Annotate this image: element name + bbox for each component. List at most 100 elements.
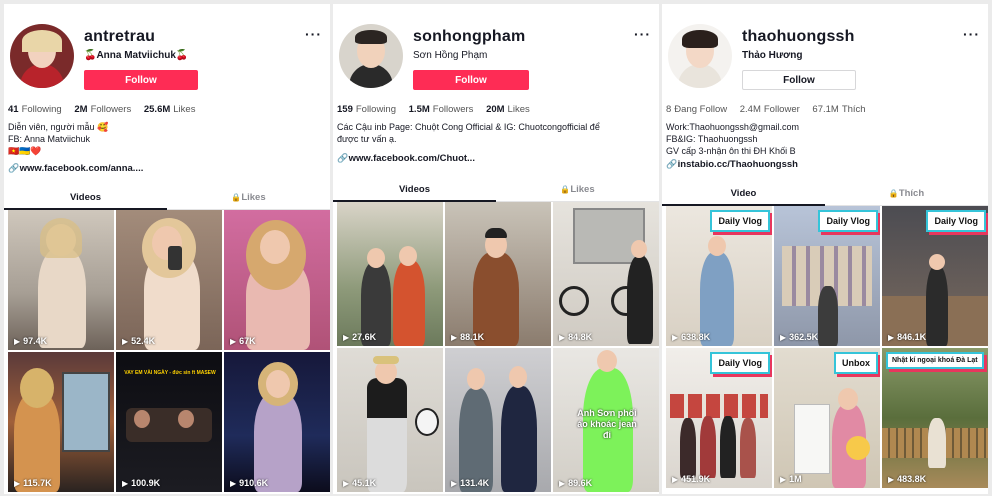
following-label[interactable]: Đang Follow <box>674 104 727 115</box>
tab-likes[interactable]: 🔒Likes <box>167 192 330 203</box>
likes-count: 25.6M <box>143 104 171 115</box>
video-thumbnail[interactable]: Unbox ▶ 1M <box>774 348 880 488</box>
followers-label[interactable]: Follower <box>764 104 800 115</box>
bio-line: GV cấp 3-nhận ôn thi ĐH Khối B <box>666 146 796 156</box>
video-badge: Daily Vlog <box>710 352 770 374</box>
tab-videos[interactable]: Video <box>662 188 825 199</box>
profile-header: antretrau 🍒Anna Matviichuk🍒 ··· Follow <box>4 4 330 94</box>
bio: Work:Thaohuongssh@gmail.com FB&IG: Thaoh… <box>666 121 976 157</box>
play-icon: ▶ <box>230 479 237 488</box>
video-badge: Daily Vlog <box>926 210 986 232</box>
view-count: ▶ 846.1K <box>888 332 927 342</box>
view-count: ▶ 451.9K <box>672 474 711 484</box>
play-icon: ▶ <box>14 479 21 488</box>
avatar[interactable] <box>10 24 74 88</box>
profile-tabs: Video 🔒Thích <box>662 186 988 206</box>
video-thumbnail[interactable]: Daily Vlog ▶ 846.1K <box>882 206 988 346</box>
lock-icon: 🔒 <box>560 185 571 194</box>
bio-link[interactable]: 🔗 instabio.cc/Thaohuongssh <box>666 159 798 170</box>
more-horizontal-icon[interactable]: ··· <box>634 26 651 42</box>
followers-count: 2.4M <box>739 104 761 115</box>
bio-link[interactable]: 🔗 www.facebook.com/anna.... <box>8 163 143 174</box>
play-icon: ▶ <box>343 479 350 488</box>
follow-button[interactable]: Follow <box>413 70 529 90</box>
video-thumbnail[interactable]: ▶ 88.1K <box>445 202 551 346</box>
video-thumbnail[interactable]: ▶ 84.8K <box>553 202 659 346</box>
video-thumbnail[interactable]: ▶ 131.4K <box>445 348 551 492</box>
likes-label: Likes <box>173 104 196 115</box>
screenshot-collage: antretrau 🍒Anna Matviichuk🍒 ··· Follow 4… <box>0 0 992 496</box>
view-count: ▶ 638.8K <box>672 332 711 342</box>
avatar[interactable] <box>668 24 732 88</box>
following-label[interactable]: Following <box>356 104 396 115</box>
bio-link-text[interactable]: www.facebook.com/anna.... <box>20 163 144 174</box>
play-icon: ▶ <box>888 333 895 342</box>
avatar[interactable] <box>339 24 403 88</box>
play-icon: ▶ <box>559 479 566 488</box>
bio-line: FB: Anna Matviichuk <box>8 134 91 144</box>
profile-tabs: Videos 🔒Likes <box>4 190 330 210</box>
play-icon: ▶ <box>343 333 350 342</box>
tab-videos[interactable]: Videos <box>4 192 167 203</box>
profile-panel-sonhongpham: sonhongpham Sơn Hồng Phạm ··· Follow 159… <box>333 4 659 494</box>
video-thumbnail[interactable]: Daily Vlog ▶ 451.9K <box>666 348 772 488</box>
play-icon: ▶ <box>672 333 679 342</box>
view-count: ▶ 88.1K <box>451 332 485 342</box>
bio-line: 🇻🇳🇺🇦❤️ <box>8 146 42 156</box>
following-label[interactable]: Following <box>22 104 62 115</box>
play-icon: ▶ <box>672 475 679 484</box>
follow-button[interactable]: Follow <box>742 70 856 90</box>
video-thumbnail[interactable]: Anh Sơn phối áo khoác jean đi ▶ 89.6K <box>553 348 659 492</box>
video-thumbnail[interactable]: Nhật kí ngoại khoá Đà Lạt ▶ 483.8K <box>882 348 988 488</box>
bio: Diễn viên, người mẫu 🥰 FB: Anna Matviich… <box>8 121 318 157</box>
link-icon: 🔗 <box>8 163 20 173</box>
more-horizontal-icon[interactable]: ··· <box>305 26 322 42</box>
bio-link-text[interactable]: www.facebook.com/Chuot... <box>349 153 475 164</box>
tab-likes[interactable]: 🔒Thích <box>825 188 988 199</box>
profile-tabs: Videos 🔒Likes <box>333 182 659 202</box>
video-thumbnail[interactable]: ▶ 45.1K <box>337 348 443 492</box>
view-count: ▶ 1M <box>780 474 802 484</box>
play-icon: ▶ <box>14 337 21 346</box>
followers-label[interactable]: Followers <box>91 104 132 115</box>
bio-link-text[interactable]: instabio.cc/Thaohuongssh <box>678 159 798 170</box>
tab-videos[interactable]: Videos <box>333 184 496 195</box>
video-overlay-text: Anh Sơn phối áo khoác jean đi <box>577 408 637 440</box>
likes-label: Likes <box>507 104 530 115</box>
tab-likes[interactable]: 🔒Likes <box>496 184 659 195</box>
video-thumbnail[interactable]: ▶ 115.7K <box>8 352 114 492</box>
view-count: ▶ 362.5K <box>780 332 819 342</box>
view-count: ▶ 115.7K <box>14 478 52 488</box>
video-badge: Daily Vlog <box>710 210 770 232</box>
video-thumbnail[interactable]: ▶ 97.4K <box>8 210 114 350</box>
view-count: ▶ 910.6K <box>230 478 269 488</box>
following-count: 41 <box>8 104 19 115</box>
video-thumbnail[interactable]: VAY EM VÀI NGÀY - đức sin ft MASEW ▶ 100.… <box>116 352 222 492</box>
video-thumbnail[interactable]: ▶ 27.6K <box>337 202 443 346</box>
play-icon: ▶ <box>122 337 129 346</box>
username: antretrau <box>84 28 156 45</box>
video-thumbnail[interactable]: Daily Vlog ▶ 362.5K <box>774 206 880 346</box>
video-thumbnail[interactable]: ▶ 52.4K <box>116 210 222 350</box>
followers-count: 1.5M <box>408 104 430 115</box>
play-icon: ▶ <box>888 475 895 484</box>
tab-likes-label: Likes <box>241 192 266 203</box>
play-icon: ▶ <box>122 479 129 488</box>
lock-icon: 🔒 <box>888 189 899 198</box>
play-icon: ▶ <box>559 333 566 342</box>
more-horizontal-icon[interactable]: ··· <box>963 26 980 42</box>
view-count: ▶ 27.6K <box>343 332 377 342</box>
tab-likes-label: Thích <box>898 188 925 199</box>
video-thumbnail[interactable]: ▶ 67K <box>224 210 330 350</box>
followers-label[interactable]: Followers <box>433 104 474 115</box>
follow-button[interactable]: Follow <box>84 70 198 90</box>
video-thumbnail[interactable]: ▶ 910.6K <box>224 352 330 492</box>
video-thumbnail[interactable]: Daily Vlog ▶ 638.8K <box>666 206 772 346</box>
bio-link[interactable]: 🔗 www.facebook.com/Chuot... <box>337 153 475 164</box>
display-name: Sơn Hồng Phạm <box>413 50 488 61</box>
play-icon: ▶ <box>780 475 787 484</box>
bio-line: Diễn viên, người mẫu 🥰 <box>8 122 109 132</box>
following-count: 8 <box>666 104 672 115</box>
profile-stats: 159 Following 1.5M Followers 20M Likes <box>337 104 540 115</box>
view-count: ▶ 67K <box>230 336 256 346</box>
